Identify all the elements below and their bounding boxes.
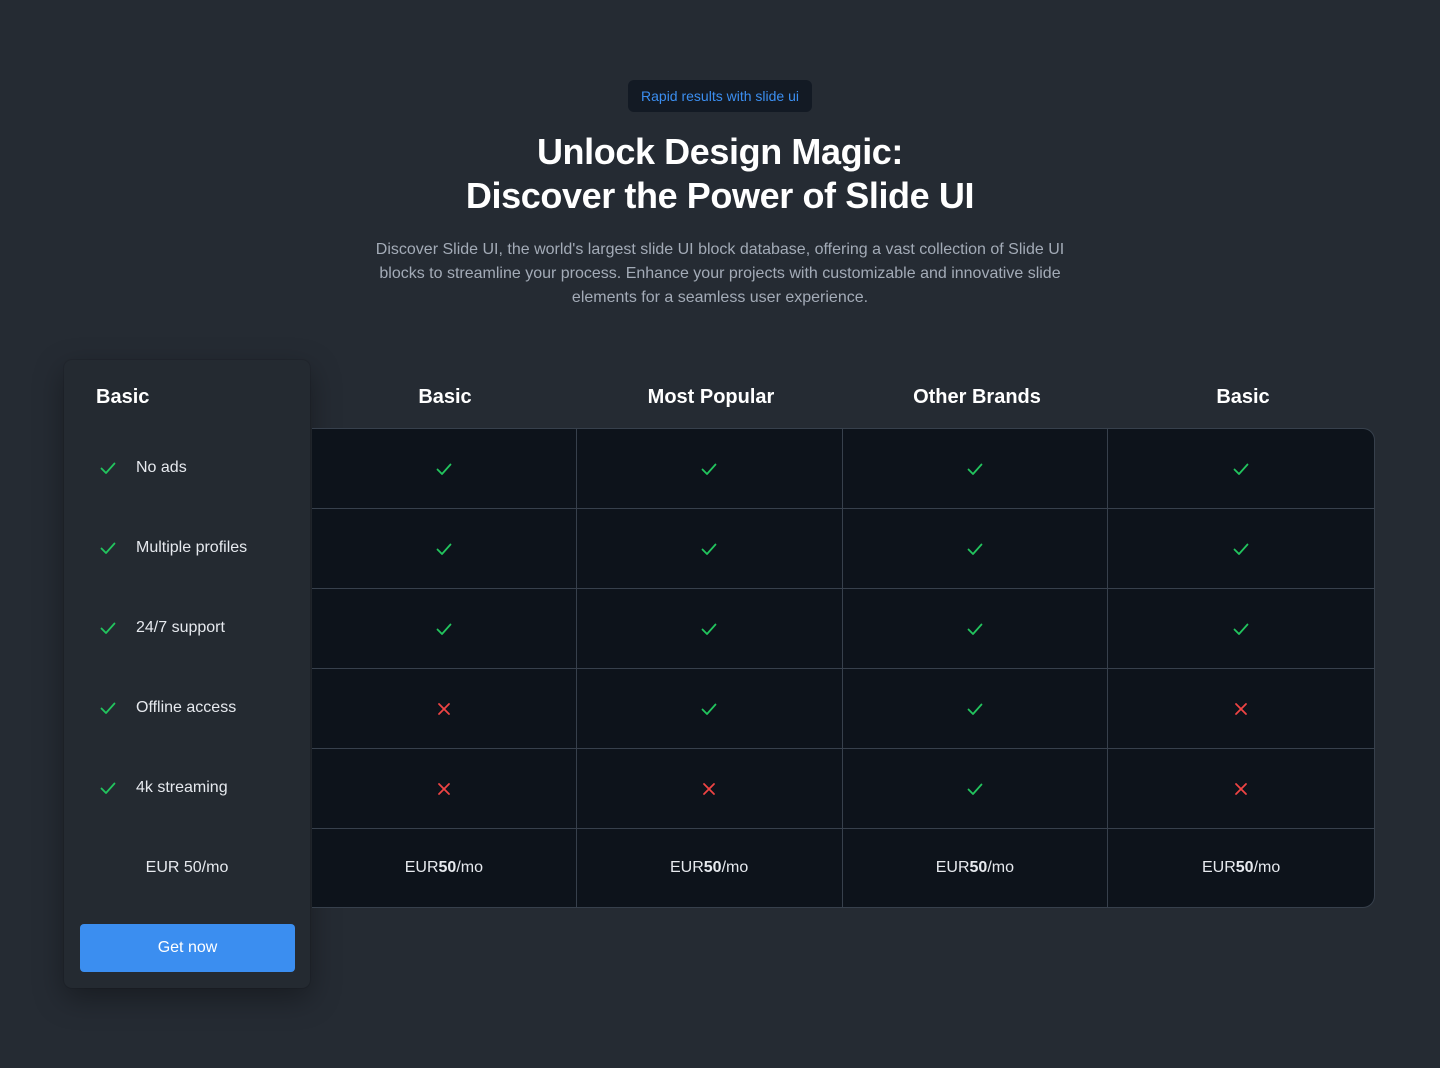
price-prefix: EUR: [935, 859, 970, 876]
table-cell: [1108, 429, 1374, 508]
pricing-page: Rapid results with slide ui Unlock Desig…: [0, 0, 1440, 1068]
check-icon: [1231, 539, 1251, 559]
table-cell: [843, 429, 1109, 508]
page-title: Unlock Design Magic: Discover the Power …: [0, 130, 1440, 218]
check-icon: [98, 698, 118, 718]
column-header: Basic: [418, 386, 472, 408]
check-icon: [699, 539, 719, 559]
table-cell: [577, 749, 843, 828]
title-line-2: Discover the Power of Slide UI: [465, 175, 975, 216]
plan-feature-label: 4k streaming: [136, 779, 228, 796]
price-suffix: /mo: [721, 859, 749, 876]
check-icon: [434, 539, 454, 559]
plan-feature-label: Multiple profiles: [136, 539, 248, 556]
check-icon: [699, 459, 719, 479]
check-icon: [965, 619, 985, 639]
table-row: [312, 669, 1374, 749]
price-amount: 50: [703, 859, 722, 876]
price-prefix: EUR: [670, 859, 704, 876]
table-row: [312, 589, 1374, 669]
check-icon: [98, 458, 118, 478]
plan-card: Basic No ads Multiple profiles 24/7 suppor…: [64, 360, 310, 988]
plan-feature-label: Offline access: [136, 699, 237, 716]
table-cell: [577, 429, 843, 508]
table-cell: [312, 429, 577, 508]
check-icon: [434, 459, 454, 479]
check-icon: [699, 699, 719, 719]
table-cell: [577, 669, 843, 748]
plan-feature-item: Offline access: [98, 668, 236, 748]
price-amount: 50: [438, 859, 457, 876]
table-cell: [1108, 749, 1374, 828]
table-cell: [312, 749, 577, 828]
plan-feature-item: Multiple profiles: [98, 508, 247, 588]
table-cell: [312, 589, 577, 668]
column-header: Basic: [1216, 386, 1270, 408]
check-icon: [965, 699, 985, 719]
table-cell: [577, 589, 843, 668]
check-icon: [699, 619, 719, 639]
hero-section: Rapid results with slide ui Unlock Desig…: [0, 80, 1440, 310]
price-amount: 50: [969, 859, 988, 876]
cross-icon: [701, 781, 717, 797]
check-icon: [1231, 619, 1251, 639]
table-cell: [843, 509, 1109, 588]
price-cell: EUR 50/mo: [312, 829, 577, 907]
hero-badge: Rapid results with slide ui: [628, 80, 812, 112]
table-row: [312, 429, 1374, 509]
table-cell: [312, 509, 577, 588]
cross-icon: [1233, 781, 1249, 797]
price-prefix: EUR: [404, 859, 439, 876]
price-amount: 50: [1235, 859, 1254, 876]
check-icon: [434, 619, 454, 639]
plan-feature-item: No ads: [98, 428, 187, 508]
table-cell: [1108, 509, 1374, 588]
cross-icon: [436, 781, 452, 797]
check-icon: [98, 538, 118, 558]
table-row: [312, 509, 1374, 589]
plan-title: Basic: [96, 386, 150, 408]
table-cell: [843, 589, 1109, 668]
table-cell: [312, 669, 577, 748]
price-cell: EUR 50/mo: [577, 829, 843, 907]
check-icon: [965, 539, 985, 559]
table-cell: [577, 509, 843, 588]
price-prefix: EUR: [1202, 859, 1236, 876]
cross-icon: [436, 701, 452, 717]
plan-feature-label: 24/7 support: [136, 619, 225, 636]
hero-description: Discover Slide UI, the world's largest s…: [375, 241, 1065, 306]
plan-feature-item: 24/7 support: [98, 588, 225, 668]
check-icon: [98, 778, 118, 798]
price-suffix: /mo: [1253, 859, 1281, 876]
price-row: EUR 50/mo EUR 50/mo EUR 50/mo EUR 50/mo: [312, 829, 1374, 907]
check-icon: [1231, 459, 1251, 479]
plan-feature-item: 4k streaming: [98, 748, 228, 828]
table-cell: [843, 669, 1109, 748]
check-icon: [965, 459, 985, 479]
table-row: [312, 749, 1374, 829]
table-cell: [843, 749, 1109, 828]
plan-price: EUR 50/mo: [145, 859, 229, 876]
title-line-1: Unlock Design Magic:: [536, 131, 904, 172]
check-icon: [98, 618, 118, 638]
check-icon: [965, 779, 985, 799]
table-cell: [1108, 589, 1374, 668]
table-cell: [1108, 669, 1374, 748]
price-suffix: /mo: [456, 859, 483, 876]
comparison-table: EUR 50/mo EUR 50/mo EUR 50/mo EUR 50/mo: [312, 428, 1375, 908]
column-header: Most Popular: [647, 386, 775, 408]
column-header: Other Brands: [913, 386, 1041, 408]
price-cell: EUR 50/mo: [1108, 829, 1374, 907]
get-now-button[interactable]: Get now: [80, 924, 295, 972]
price-suffix: /mo: [987, 859, 1014, 876]
price-cell: EUR 50/mo: [843, 829, 1109, 907]
cross-icon: [1233, 701, 1249, 717]
plan-feature-label: No ads: [136, 459, 187, 476]
